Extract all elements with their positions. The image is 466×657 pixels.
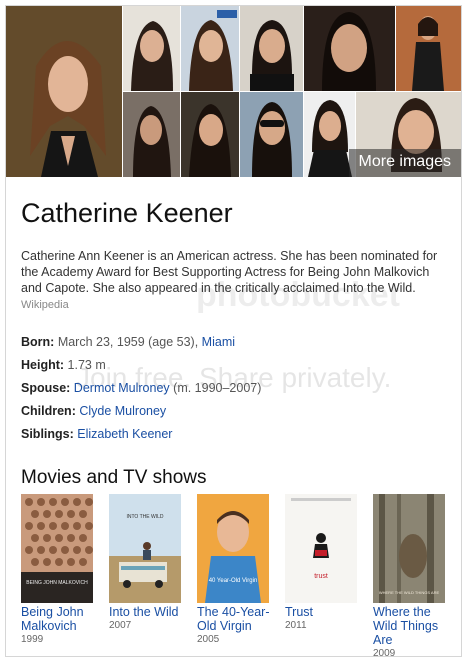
entity-description: Catherine Ann Keener is an American actr… xyxy=(21,248,451,313)
image-gallery[interactable]: More images xyxy=(6,6,461,177)
fact-label: Spouse: xyxy=(21,381,71,395)
photo-thumb[interactable] xyxy=(240,6,303,91)
movie-title[interactable]: Where the Wild Things Are xyxy=(373,605,453,647)
movie-title[interactable]: Trust xyxy=(285,605,365,619)
fact-value: 1.73 m xyxy=(67,358,106,372)
movie-item[interactable]: INTO THE WILD Into the Wild 2007 xyxy=(109,494,189,631)
poster-caption: 40 Year-Old Virgin xyxy=(209,578,258,584)
children-link[interactable]: Clyde Mulroney xyxy=(79,404,166,418)
movie-year: 2009 xyxy=(373,648,396,657)
fact-value: (m. 1990–2007) xyxy=(173,381,262,395)
movie-poster[interactable]: INTO THE WILD xyxy=(109,494,181,603)
fact-siblings: Siblings: Elizabeth Keener xyxy=(21,426,451,449)
movie-item[interactable]: WHERE THE WILD THINGS ARE Where the Wild… xyxy=(373,494,453,657)
birthplace-link[interactable]: Miami xyxy=(202,335,235,349)
fact-value: March 23, 1959 (age 53), xyxy=(57,335,199,349)
facts-list: Born: March 23, 1959 (age 53), Miami Hei… xyxy=(21,334,451,449)
siblings-link[interactable]: Elizabeth Keener xyxy=(77,427,172,441)
photo-thumb[interactable] xyxy=(304,92,355,177)
photo-thumb[interactable] xyxy=(123,6,180,91)
movie-poster[interactable]: 40 Year-Old Virgin xyxy=(197,494,269,603)
fact-label: Children: xyxy=(21,404,76,418)
movie-year: 2005 xyxy=(197,634,220,645)
main-photo[interactable] xyxy=(6,6,122,177)
movie-year: 2011 xyxy=(285,620,307,631)
entity-title: Catherine Keener xyxy=(21,198,233,228)
poster-caption: WHERE THE WILD THINGS ARE xyxy=(379,590,440,595)
photo-thumb[interactable] xyxy=(181,92,239,177)
movie-item[interactable]: trust Trust 2011 xyxy=(285,494,365,631)
movies-carousel: BEING JOHN MALKOVICH Being John Malkovic… xyxy=(21,494,461,656)
fact-height: Height: 1.73 m xyxy=(21,357,451,380)
more-images-button[interactable]: More images xyxy=(348,149,461,177)
photo-thumb[interactable] xyxy=(304,6,395,91)
photo-thumb[interactable] xyxy=(240,92,303,177)
movie-item[interactable]: 40 Year-Old Virgin The 40-Year-Old Virgi… xyxy=(197,494,277,645)
movie-title[interactable]: The 40-Year-Old Virgin xyxy=(197,605,277,633)
description-text: Catherine Ann Keener is an American actr… xyxy=(21,249,438,295)
movie-poster[interactable]: BEING JOHN MALKOVICH xyxy=(21,494,93,603)
photo-thumb[interactable] xyxy=(181,6,239,91)
movie-title[interactable]: Being John Malkovich xyxy=(21,605,101,633)
source-link[interactable]: Wikipedia xyxy=(21,299,69,311)
fact-label: Siblings: xyxy=(21,427,74,441)
knowledge-panel: More images Catherine Keener Catherine A… xyxy=(5,5,462,657)
photo-thumb[interactable] xyxy=(396,6,461,91)
fact-born: Born: March 23, 1959 (age 53), Miami xyxy=(21,334,451,357)
fact-label: Height: xyxy=(21,358,65,372)
fact-spouse: Spouse: Dermot Mulroney (m. 1990–2007) xyxy=(21,380,451,403)
poster-caption: trust xyxy=(314,573,328,580)
photo-thumb[interactable] xyxy=(123,92,180,177)
movie-poster[interactable]: WHERE THE WILD THINGS ARE xyxy=(373,494,445,603)
poster-caption: INTO THE WILD xyxy=(126,514,163,520)
poster-caption: BEING JOHN MALKOVICH xyxy=(26,580,88,586)
fact-children: Children: Clyde Mulroney xyxy=(21,403,451,426)
fact-label: Born: xyxy=(21,335,55,349)
movies-section-title: Movies and TV shows xyxy=(21,467,207,488)
movie-title[interactable]: Into the Wild xyxy=(109,605,189,619)
movie-poster[interactable]: trust xyxy=(285,494,357,603)
movie-year: 1999 xyxy=(21,634,44,645)
movie-year: 2007 xyxy=(109,620,132,631)
spouse-link[interactable]: Dermot Mulroney xyxy=(74,381,170,395)
movie-item[interactable]: BEING JOHN MALKOVICH Being John Malkovic… xyxy=(21,494,101,645)
